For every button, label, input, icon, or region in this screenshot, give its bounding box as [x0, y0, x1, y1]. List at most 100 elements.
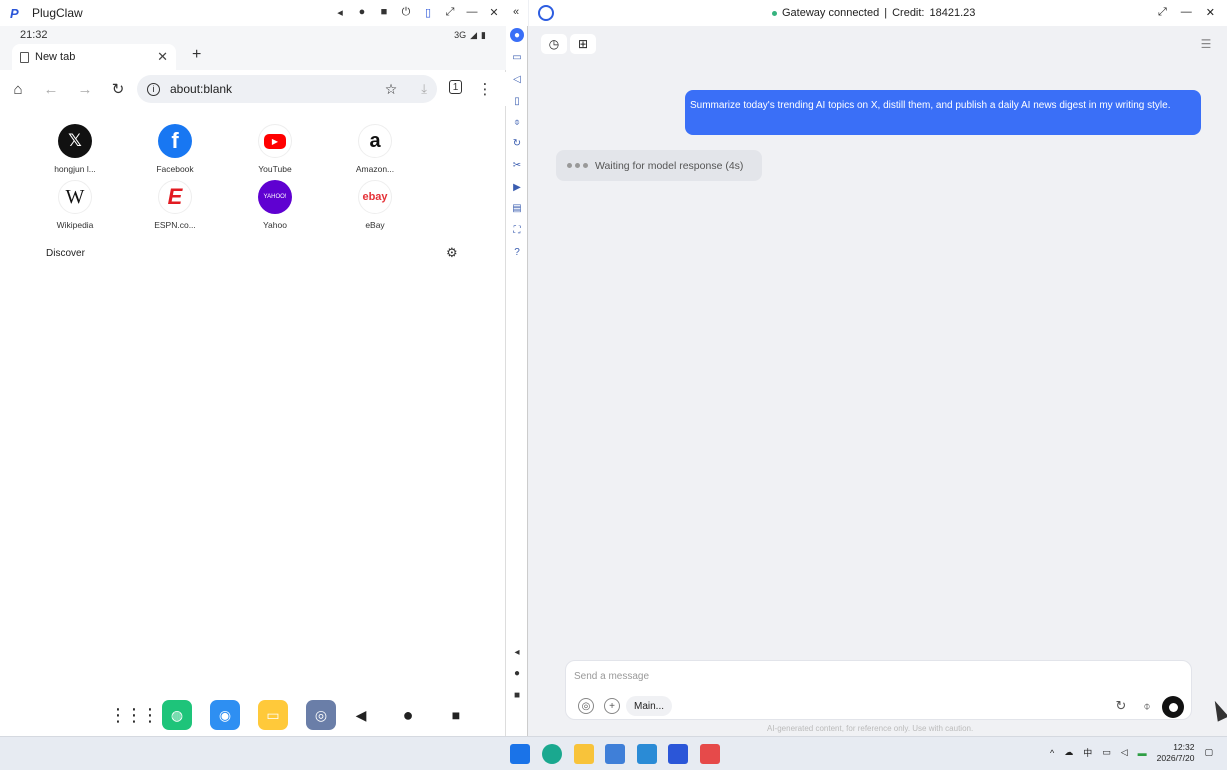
onedrive-icon[interactable]: ☁ — [1064, 747, 1073, 758]
start-icon[interactable] — [510, 744, 530, 764]
close-icon[interactable]: ✕ — [1206, 6, 1215, 19]
play-icon[interactable]: ▶ — [510, 180, 524, 194]
browser-toolbar: ⌂ ← → ↻ i about:blank ☆ ⤓ 1 ⋮ — [0, 72, 506, 106]
tab-switcher-icon[interactable]: 1 — [449, 80, 462, 94]
files-app-icon[interactable]: ▭ — [258, 700, 288, 730]
volume-down-icon[interactable]: ◂ — [334, 4, 346, 20]
collapse-icon[interactable]: « — [510, 4, 522, 20]
ime-indicator[interactable]: 中 — [1083, 746, 1092, 759]
battery-icon: ▮ — [481, 29, 486, 40]
scissors-icon[interactable]: ✂ — [510, 158, 524, 172]
mic-icon[interactable]: ⌽ — [510, 115, 524, 129]
minimize-icon[interactable]: — — [466, 4, 478, 20]
speaker-icon[interactable]: ◁ — [1121, 747, 1128, 758]
model-selector[interactable]: Main... — [626, 696, 673, 716]
shortcut-tile[interactable]: E ESPN.co... — [140, 180, 210, 230]
shortcut-tile[interactable]: ebay eBay — [340, 180, 410, 230]
history-icon[interactable]: ◷ — [541, 34, 567, 54]
sidebar-recents-icon[interactable]: ■ — [510, 688, 524, 702]
emulator-side-toolbar: ● ▭ ◁ ▯ ⌽ ↻ ✂ ▶ ▤ ⛶ ? ◂ ● ■ — [506, 26, 528, 736]
plugclaw-taskbar-icon[interactable] — [668, 744, 688, 764]
explorer-icon[interactable] — [574, 744, 594, 764]
reload-icon[interactable]: ↻ — [109, 80, 127, 98]
android-nav-bar: ⋮⋮⋮ ◍ ◉ ▭ ◎ ◀ ● ■ — [0, 696, 506, 736]
gear-icon[interactable]: ⚙ — [446, 245, 458, 261]
forward-icon[interactable]: → — [76, 80, 94, 98]
mic-icon[interactable]: ⌽ — [1139, 698, 1155, 714]
shortcut-tile[interactable]: ▶ YouTube — [240, 124, 310, 174]
fullscreen-icon[interactable]: ⤢ — [444, 4, 456, 20]
stop-icon — [1168, 702, 1178, 712]
download-icon[interactable]: ⤓ — [421, 81, 427, 97]
folder-icon[interactable]: ▭ — [510, 50, 524, 64]
shortcut-tile[interactable]: YAHOO! Yahoo — [240, 180, 310, 230]
notification-icon[interactable]: ▢ — [1204, 747, 1213, 758]
shortcut-tile[interactable]: 𝕏 hongjun l... — [40, 124, 110, 174]
signal-icon: ◢ — [470, 29, 478, 40]
maximize-icon[interactable]: ⤢ — [1158, 6, 1167, 19]
tool-icon[interactable] — [700, 744, 720, 764]
shortcut-tile[interactable]: W Wikipedia — [40, 180, 110, 230]
credit-label: Credit: — [892, 7, 925, 19]
app-drawer-icon[interactable]: ⋮⋮⋮ — [109, 700, 159, 730]
close-icon[interactable]: ✕ — [488, 4, 500, 20]
more-menu-icon[interactable]: ⋮ — [476, 80, 494, 98]
home-icon[interactable]: ⌂ — [9, 80, 27, 98]
chat-title-bar: Gateway connected | Credit: 18421.23 ⤢ —… — [529, 0, 1227, 26]
notepad-icon[interactable] — [605, 744, 625, 764]
screenshot-icon[interactable]: ⛶ — [510, 223, 524, 237]
nav-home-icon[interactable]: ● — [393, 700, 423, 730]
browser-app-icon[interactable]: ◍ — [162, 700, 192, 730]
battery-icon[interactable]: ▬ — [1138, 748, 1147, 758]
new-chat-icon[interactable]: ⊞ — [570, 34, 596, 54]
edge-icon[interactable] — [542, 744, 562, 764]
panel-toggle-icon[interactable]: ☰ — [1193, 34, 1219, 54]
loading-dots-icon — [567, 163, 588, 168]
retry-icon[interactable]: ↻ — [1113, 698, 1129, 714]
clock[interactable]: 12:32 2026/7/20 — [1157, 742, 1195, 763]
rotate-icon[interactable]: ▯ — [422, 4, 434, 20]
camera-app-icon[interactable]: ◎ — [306, 700, 336, 730]
refresh-icon[interactable]: ↻ — [510, 136, 524, 150]
status-icons: 3G ◢ ▮ — [454, 30, 486, 41]
sidebar-back-icon[interactable]: ◂ — [510, 645, 524, 659]
window-controls: ⤢ — ✕ — [1158, 6, 1215, 19]
store-app-icon[interactable]: ◉ — [210, 700, 240, 730]
shortcut-label: hongjun l... — [54, 164, 96, 174]
info-icon[interactable]: i — [147, 82, 160, 96]
record-icon[interactable]: ● — [356, 4, 368, 20]
add-icon[interactable]: + — [604, 698, 620, 714]
new-tab-icon[interactable]: + — [192, 46, 201, 64]
message-input[interactable] — [574, 667, 1174, 685]
clipboard-icon[interactable]: ▯ — [510, 94, 524, 108]
chevron-up-icon[interactable]: ^ — [1050, 748, 1054, 758]
stop-generation-button[interactable] — [1162, 696, 1184, 718]
attach-icon[interactable]: ◎ — [578, 698, 594, 714]
close-tab-icon[interactable]: ✕ — [157, 49, 168, 65]
power-icon[interactable]: ⏻ — [400, 4, 412, 20]
address-bar[interactable]: i about:blank ☆ ⤓ — [137, 75, 437, 103]
star-icon[interactable]: ☆ — [385, 81, 398, 98]
android-status-bar: 21:32 3G ◢ ▮ — [0, 26, 506, 44]
image-icon[interactable]: ▤ — [510, 201, 524, 215]
shortcut-tile[interactable]: f Facebook — [140, 124, 210, 174]
clock-date: 2026/7/20 — [1156, 752, 1195, 763]
volume-icon[interactable]: ◁ — [510, 72, 524, 86]
vscode-icon[interactable] — [637, 744, 657, 764]
credit-value: 18421.23 — [929, 7, 976, 19]
back-icon[interactable]: ← — [42, 80, 60, 98]
browser-tab[interactable]: New tab ✕ — [12, 44, 176, 70]
minimize-icon[interactable]: — — [1181, 6, 1192, 19]
sidebar-home-icon[interactable]: ● — [510, 666, 524, 680]
stop-icon[interactable]: ■ — [378, 4, 390, 20]
gateway-status: Gateway connected | Credit: 18421.23 — [772, 7, 975, 19]
shortcut-tile[interactable]: a Amazon... — [340, 124, 410, 174]
network-icon[interactable]: ▭ — [1102, 747, 1111, 758]
assistant-icon[interactable]: ● — [510, 28, 524, 42]
shortcut-label: eBay — [365, 220, 385, 230]
nav-recents-icon[interactable]: ■ — [441, 700, 471, 730]
help-icon[interactable]: ? — [510, 245, 524, 259]
app-logo-icon — [538, 5, 554, 21]
nav-back-icon[interactable]: ◀ — [346, 700, 376, 730]
shortcut-label: YouTube — [258, 164, 292, 174]
